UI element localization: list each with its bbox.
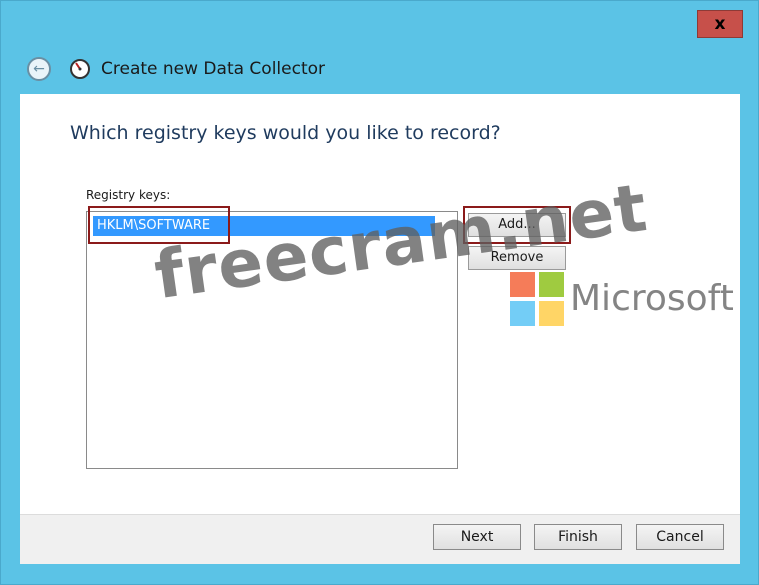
microsoft-logo-icon: [510, 272, 564, 326]
title-bar: ← Create new Data Collector: [15, 45, 745, 95]
page-question: Which registry keys would you like to re…: [70, 122, 501, 144]
cancel-button[interactable]: Cancel: [636, 524, 724, 550]
window-title: Create new Data Collector: [101, 59, 326, 79]
close-button[interactable]: x: [697, 10, 743, 38]
finish-button[interactable]: Finish: [534, 524, 622, 550]
registry-keys-label: Registry keys:: [86, 188, 171, 202]
microsoft-watermark-text: Microsoft: [570, 278, 734, 319]
next-button[interactable]: Next: [433, 524, 521, 550]
data-collector-icon: [70, 59, 90, 79]
wizard-footer: Next Finish Cancel: [20, 514, 740, 564]
back-arrow-icon[interactable]: ←: [27, 57, 51, 81]
